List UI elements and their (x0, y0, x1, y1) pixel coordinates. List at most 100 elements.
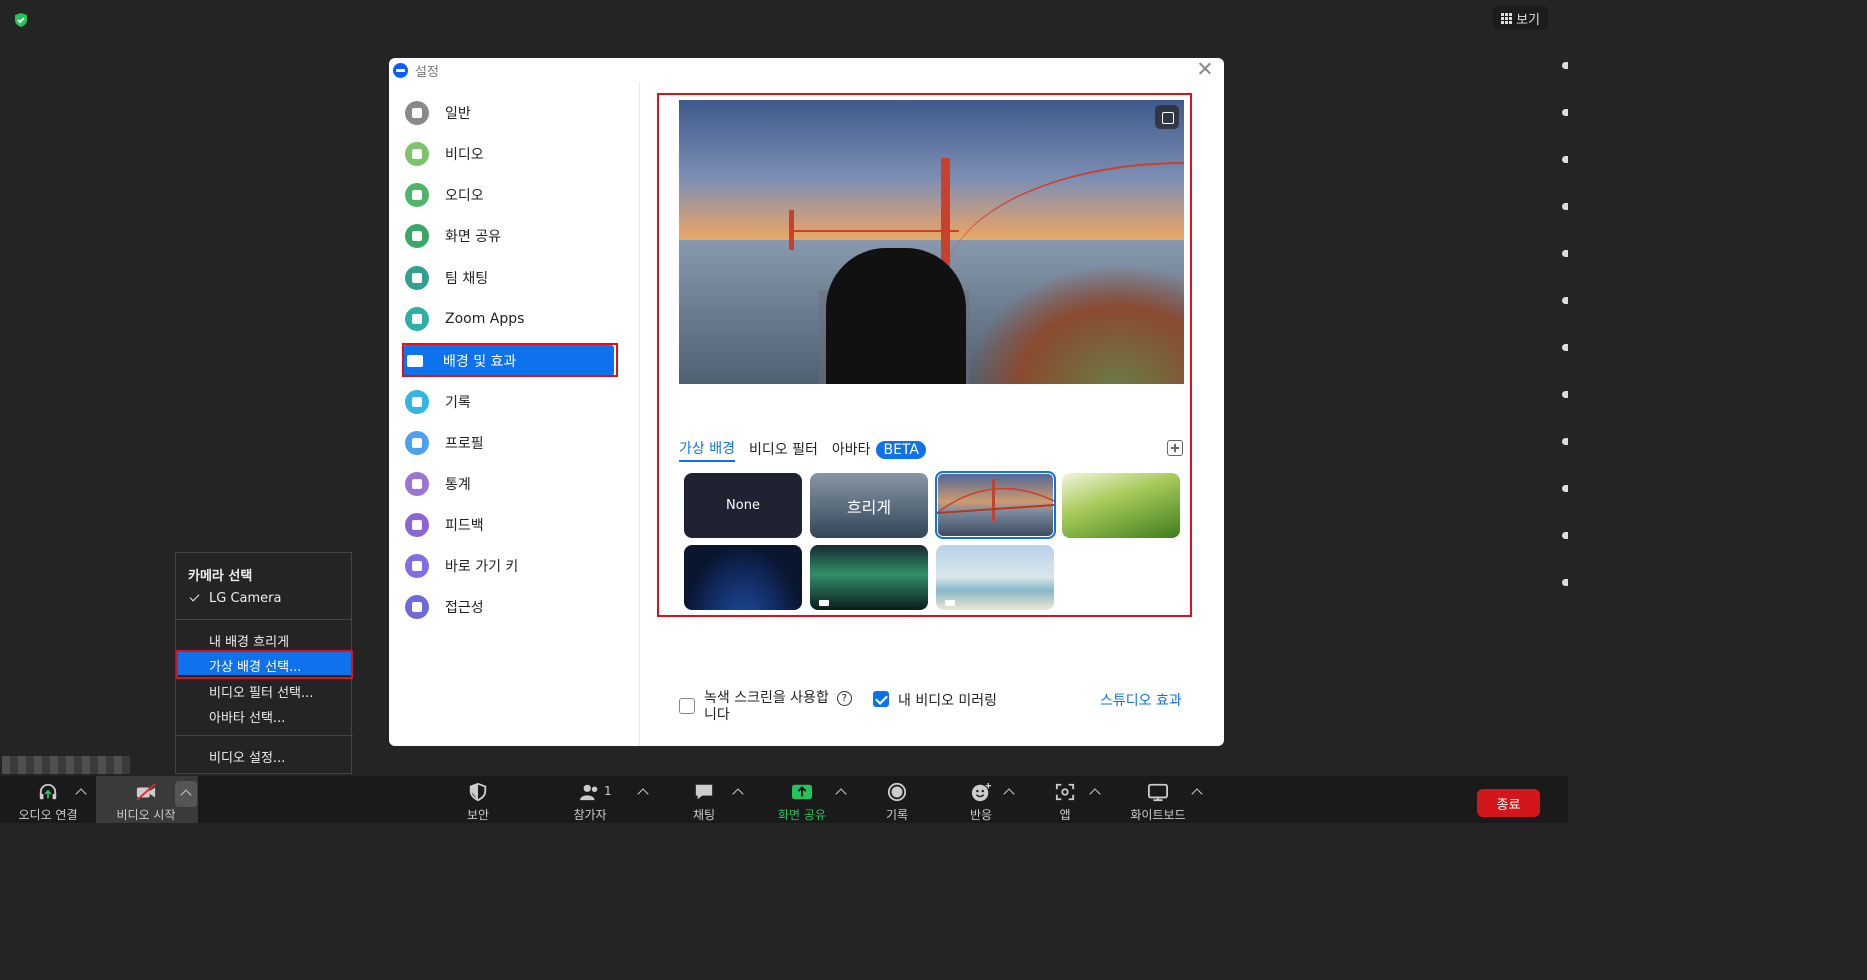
video-options-button[interactable] (175, 781, 197, 807)
sidebar-item-label: 화면 공유 (445, 228, 501, 245)
whiteboard-label: 화이트보드 (1130, 808, 1186, 822)
participants-count: 1 (604, 784, 612, 798)
sidebar-item-label: 일반 (445, 105, 471, 122)
green-screen-option: 녹색 스크린을 사용합 니다 ? (679, 690, 852, 724)
help-icon[interactable]: ? (836, 691, 852, 706)
video-button[interactable]: 비디오 시작 (110, 776, 182, 823)
chat-icon (405, 265, 429, 290)
sidebar-item-profile[interactable]: 프로필 (405, 427, 612, 458)
sidebar-item-audio[interactable]: 오디오 (405, 179, 612, 210)
sidebar-item-label: Zoom Apps (445, 310, 525, 327)
menu-item-blur-background[interactable]: 내 배경 흐리게 (209, 631, 289, 650)
studio-effects-link[interactable]: 스튜디오 효과 (1100, 690, 1182, 710)
settings-dialog: 설정 일반 비디오 오디오 화면 공유 팀 채팅 Zoom Apps 배경 및 … (389, 58, 1224, 746)
video-icon (405, 141, 429, 166)
highlight-box (402, 343, 618, 377)
share-screen-label: 화면 공유 (778, 808, 826, 822)
menu-item-video-settings[interactable]: 비디오 설정... (209, 747, 285, 766)
reactions-button[interactable]: 반응 (964, 776, 998, 823)
sidebar-item-recording[interactable]: 기록 (405, 386, 612, 417)
record-button[interactable]: 기록 (881, 776, 913, 823)
reactions-label: 반응 (969, 808, 993, 822)
participants-label: 참가자 (573, 808, 607, 822)
green-screen-label: 녹색 스크린을 사용합 니다 (704, 690, 829, 723)
chevron-up-icon (180, 789, 192, 801)
background-thumb-golden-gate[interactable] (935, 471, 1056, 539)
whiteboard-button[interactable]: 화이트보드 (1124, 776, 1192, 823)
mirror-label: 내 비디오 미러링 (898, 693, 998, 709)
close-icon[interactable] (1197, 61, 1213, 77)
gear-icon (405, 100, 429, 125)
profile-icon (405, 430, 429, 455)
whiteboard-icon (1148, 783, 1168, 802)
beta-badge: BETA (876, 441, 926, 459)
dialog-titlebar: 설정 (389, 58, 1224, 82)
blurred-person (826, 248, 966, 384)
menu-header: 카메라 선택 (188, 569, 253, 584)
effect-tabs: 가상 배경 비디오 필터 아바타 BETA (679, 438, 926, 462)
share-screen-button[interactable]: 화면 공유 (773, 776, 831, 823)
sidebar-item-label: 피드백 (445, 517, 484, 534)
headphone-icon (405, 182, 429, 207)
stats-icon (405, 471, 429, 496)
dialog-title: 설정 (415, 64, 439, 80)
sidebar-item-general[interactable]: 일반 (405, 97, 612, 128)
apps-button[interactable]: 앱 (1052, 776, 1078, 823)
sidebar-item-share-screen[interactable]: 화면 공유 (405, 220, 612, 251)
background-thumb-earth[interactable] (684, 545, 802, 610)
chevron-up-icon[interactable] (1089, 788, 1101, 800)
chevron-up-icon[interactable] (1191, 788, 1203, 800)
rotate-camera-icon[interactable] (1155, 105, 1179, 129)
accessibility-icon (405, 594, 429, 619)
end-meeting-button[interactable]: 종료 (1477, 789, 1540, 817)
audio-label: 오디오 연결 (18, 808, 78, 822)
chat-icon (695, 784, 713, 800)
menu-item-choose-avatar[interactable]: 아바타 선택... (209, 707, 285, 726)
mirror-checkbox[interactable] (873, 691, 889, 707)
sidebar-item-zoom-apps[interactable]: Zoom Apps (405, 303, 612, 334)
keyboard-icon (405, 553, 429, 578)
chevron-up-icon[interactable] (732, 788, 744, 800)
video-label: 비디오 시작 (116, 808, 176, 822)
audio-button[interactable]: 오디오 연결 (14, 776, 82, 823)
sidebar-item-label: 바로 가기 키 (445, 558, 519, 575)
sidebar-item-accessibility[interactable]: 접근성 (405, 591, 612, 622)
sidebar-item-feedback[interactable]: 피드백 (405, 509, 612, 540)
thumb-label: 흐리게 (846, 497, 892, 517)
green-screen-checkbox[interactable] (679, 698, 695, 714)
menu-item-choose-video-filter[interactable]: 비디오 필터 선택... (209, 682, 313, 701)
tab-virtual-background[interactable]: 가상 배경 (679, 438, 735, 462)
chat-label: 채팅 (692, 808, 716, 822)
highlight-box (176, 650, 353, 679)
view-button[interactable]: 보기 (1493, 6, 1548, 30)
chevron-up-icon[interactable] (637, 788, 649, 800)
background-thumb-grass[interactable] (1062, 473, 1180, 538)
tab-video-filter[interactable]: 비디오 필터 (749, 439, 818, 461)
background-thumb-none[interactable]: None (684, 473, 802, 538)
camera-preview (679, 100, 1184, 384)
sidebar-item-team-chat[interactable]: 팀 채팅 (405, 262, 612, 293)
chat-button[interactable]: 채팅 (686, 776, 722, 823)
sidebar-item-label: 프로필 (445, 435, 484, 452)
background-thumb-beach[interactable] (936, 545, 1054, 610)
mirror-option: 내 비디오 미러링 (873, 690, 997, 710)
menu-item-lg-camera[interactable]: LG Camera (209, 591, 281, 606)
sidebar-item-statistics[interactable]: 통계 (405, 468, 612, 499)
sidebar-item-shortcuts[interactable]: 바로 가기 키 (405, 550, 612, 581)
right-edge-handles (1562, 62, 1568, 626)
security-button[interactable]: 보안 (459, 776, 497, 823)
background-thumb-blur[interactable]: 흐리게 (810, 473, 928, 538)
add-background-icon[interactable] (1167, 440, 1183, 456)
video-badge-icon (945, 600, 955, 606)
sidebar-item-video[interactable]: 비디오 (405, 138, 612, 169)
view-label: 보기 (1516, 12, 1540, 28)
tab-avatar[interactable]: 아바타 (832, 439, 871, 461)
settings-sidebar: 일반 비디오 오디오 화면 공유 팀 채팅 Zoom Apps 배경 및 효과 (389, 82, 640, 746)
sidebar-item-label: 오디오 (445, 187, 484, 204)
background-thumb-aurora[interactable] (810, 545, 928, 610)
share-screen-icon (792, 784, 812, 800)
chevron-up-icon[interactable] (1003, 788, 1015, 800)
chevron-up-icon[interactable] (835, 788, 847, 800)
record-label: 기록 (885, 808, 909, 822)
security-shield-icon (15, 13, 27, 27)
